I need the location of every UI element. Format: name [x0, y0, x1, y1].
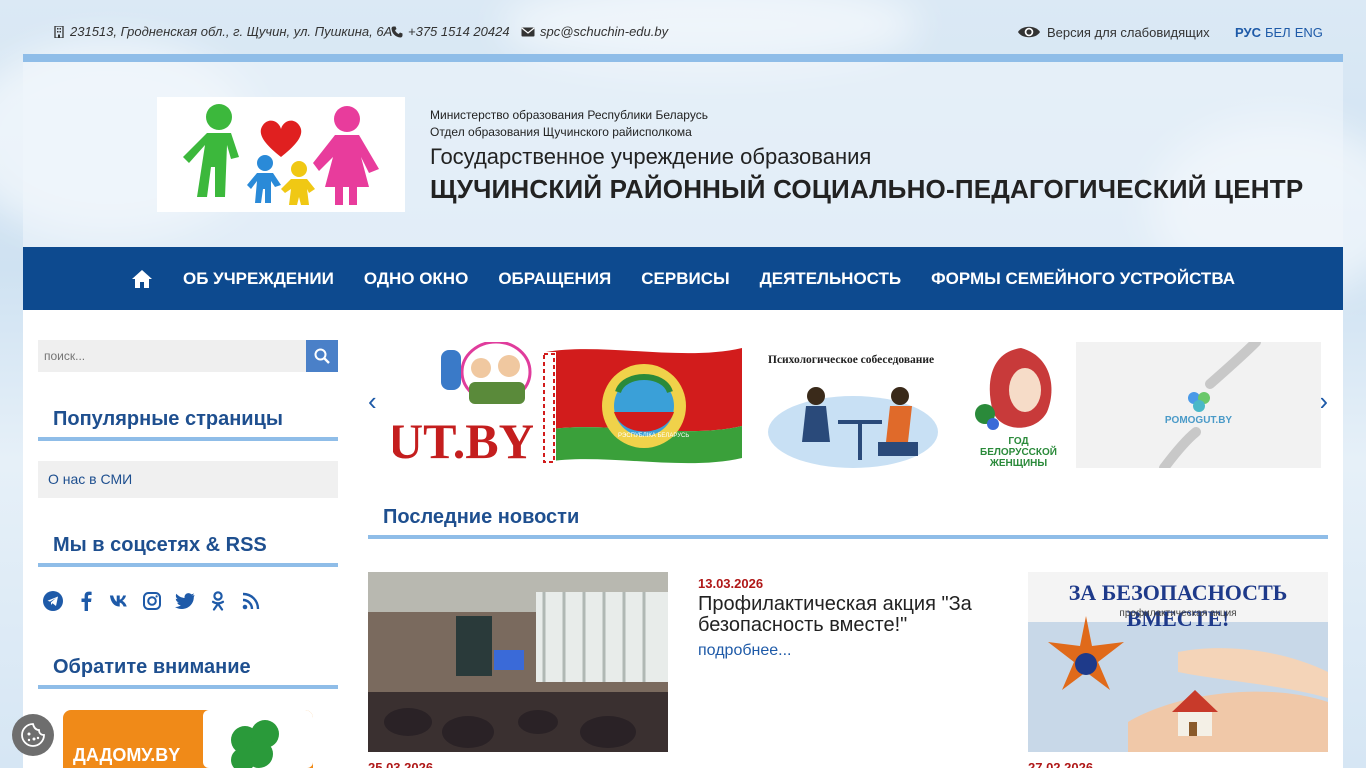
- news-read-more-link[interactable]: подробнее...: [698, 642, 998, 660]
- ministry-label: Министерство образования Республики Бела…: [430, 108, 708, 122]
- twitter-icon[interactable]: [175, 591, 195, 611]
- news-photo-2-subcaption: профилактическая акция: [1119, 608, 1237, 619]
- promo-label: ДАДОМУ.BY: [73, 745, 181, 765]
- news-date-3: 27.02.2026: [1028, 760, 1094, 768]
- news-headline[interactable]: Профилактическая акция "За безопасность …: [698, 594, 998, 636]
- slide-flag-text: РЭСПУБЛІКА БЕЛАРУСЬ: [618, 433, 690, 439]
- popular-link-media[interactable]: О нас в СМИ: [38, 461, 338, 498]
- email-text: spc@schuchin-edu.by: [540, 24, 669, 39]
- social-title: Мы в соцсетях & RSS: [38, 534, 338, 567]
- belarus-flag-icon: [542, 348, 742, 464]
- search-button[interactable]: [306, 340, 338, 372]
- institution-type: Государственное учреждение образования: [430, 144, 872, 169]
- eye-icon: [1018, 26, 1040, 38]
- phone[interactable]: +375 1514 20424: [391, 24, 510, 39]
- rss-icon[interactable]: [241, 591, 261, 611]
- header-text: Министерство образования Республики Бела…: [430, 107, 1303, 205]
- clover-image: [203, 710, 313, 768]
- news-date-2: 25.03.2026: [368, 760, 434, 768]
- nav-activity[interactable]: ДЕЯТЕЛЬНОСТЬ: [760, 269, 902, 289]
- search-icon: [314, 348, 330, 364]
- classroom-photo-icon: [368, 572, 668, 752]
- email[interactable]: spc@schuchin-edu.by: [521, 24, 668, 39]
- popular-pages-title: Популярные страницы: [38, 408, 338, 441]
- home-icon[interactable]: [131, 268, 153, 290]
- nav-one-window[interactable]: ОДНО ОКНО: [364, 269, 468, 289]
- nav-appeals[interactable]: ОБРАЩЕНИЯ: [498, 269, 611, 289]
- phone-icon: [391, 26, 403, 37]
- building-icon: [54, 25, 64, 38]
- slide-pomogut-right[interactable]: POMOGUT.BY: [1076, 342, 1321, 468]
- department-label: Отдел образования Щучинского райисполком…: [430, 125, 692, 139]
- vision-label: Версия для слабовидящих: [1047, 24, 1210, 40]
- social-links: [43, 591, 261, 611]
- slide-womens-text: ГОД БЕЛОРУССКОЙ ЖЕНЩИНЫ: [980, 436, 1057, 468]
- lang-bel[interactable]: БЕЛ: [1265, 25, 1291, 40]
- slide-psychology-text: Психологическое собеседование: [768, 354, 935, 366]
- address: 231513, Гродненская обл., г. Щучин, ул. …: [53, 24, 392, 39]
- low-vision-toggle[interactable]: Версия для слабовидящих: [1017, 24, 1210, 40]
- nav-services[interactable]: СЕРВИСЫ: [641, 269, 729, 289]
- site-logo[interactable]: [157, 97, 405, 212]
- promo-banner[interactable]: ДАДОМУ.BY: [63, 710, 313, 768]
- phone-text: +375 1514 20424: [408, 24, 510, 39]
- language-switcher: РУС БЕЛ ENG: [1235, 25, 1323, 40]
- nav-family-forms[interactable]: ФОРМЫ СЕМЕЙНОГО УСТРОЙСТВА: [931, 269, 1235, 289]
- slide-pomogut-right-text: POMOGUT.BY: [1164, 415, 1233, 426]
- attention-title: Обратите внимание: [38, 656, 338, 689]
- slide-womens-year[interactable]: ГОД БЕЛОРУССКОЙ ЖЕНЩИНЫ: [971, 342, 1066, 468]
- news-item-1: 13.03.2026 Профилактическая акция "За бе…: [698, 576, 998, 660]
- slider-prev-button[interactable]: ‹: [368, 386, 377, 417]
- instagram-icon[interactable]: [142, 591, 162, 611]
- accent-stripe: [23, 54, 1343, 62]
- cookie-icon: [21, 723, 45, 747]
- odnoklassniki-icon[interactable]: [208, 591, 228, 611]
- clover-icon: [231, 720, 279, 768]
- address-text: 231513, Гродненская обл., г. Щучин, ул. …: [70, 24, 393, 39]
- news-date: 13.03.2026: [698, 576, 764, 591]
- page-container: Министерство образования Республики Бела…: [23, 54, 1343, 768]
- facebook-icon[interactable]: [76, 591, 96, 611]
- news-photo-2[interactable]: ЗА БЕЗОПАСНОСТЬ ВМЕСТЕ! профилактическая…: [1028, 572, 1328, 752]
- contact-bar: 231513, Гродненская обл., г. Щучин, ул. …: [0, 0, 1366, 54]
- nav-about[interactable]: ОБ УЧРЕЖДЕНИИ: [183, 269, 334, 289]
- main-content: Популярные страницы О нас в СМИ Мы в соц…: [23, 310, 1343, 768]
- slide-pomogut-left[interactable]: UT.BY: [393, 342, 533, 468]
- banner-slider: ‹ › UT.BY РЭСПУБЛІКА БЕЛАРУСЬ Психологич…: [368, 342, 1328, 468]
- institution-name: ЩУЧИНСКИЙ РАЙОННЫЙ СОЦИАЛЬНО-ПЕДАГОГИЧЕС…: [430, 174, 1304, 204]
- news-photo-2-caption: ЗА БЕЗОПАСНОСТЬ ВМЕСТЕ!: [1068, 580, 1288, 631]
- search-form: [38, 340, 338, 372]
- site-header: Министерство образования Республики Бела…: [23, 62, 1343, 247]
- slide-flag[interactable]: РЭСПУБЛІКА БЕЛАРУСЬ: [542, 342, 747, 468]
- main-nav: ОБ УЧРЕЖДЕНИИ ОДНО ОКНО ОБРАЩЕНИЯ СЕРВИС…: [23, 247, 1343, 310]
- search-input[interactable]: [38, 340, 306, 372]
- family-logo-icon: [183, 104, 379, 205]
- slide-pomogut-text: UT.BY: [393, 413, 533, 468]
- helping-hands-icon: [1159, 342, 1261, 468]
- vk-icon[interactable]: [109, 591, 129, 611]
- envelope-icon: [521, 27, 535, 36]
- slide-psychology[interactable]: Психологическое собеседование: [768, 342, 958, 468]
- telegram-icon[interactable]: [43, 591, 63, 611]
- cookie-settings-button[interactable]: [12, 714, 54, 756]
- lang-eng[interactable]: ENG: [1295, 25, 1323, 40]
- latest-news-title: Последние новости: [368, 506, 1328, 539]
- news-photo-1[interactable]: [368, 572, 668, 752]
- lang-rus[interactable]: РУС: [1235, 25, 1261, 40]
